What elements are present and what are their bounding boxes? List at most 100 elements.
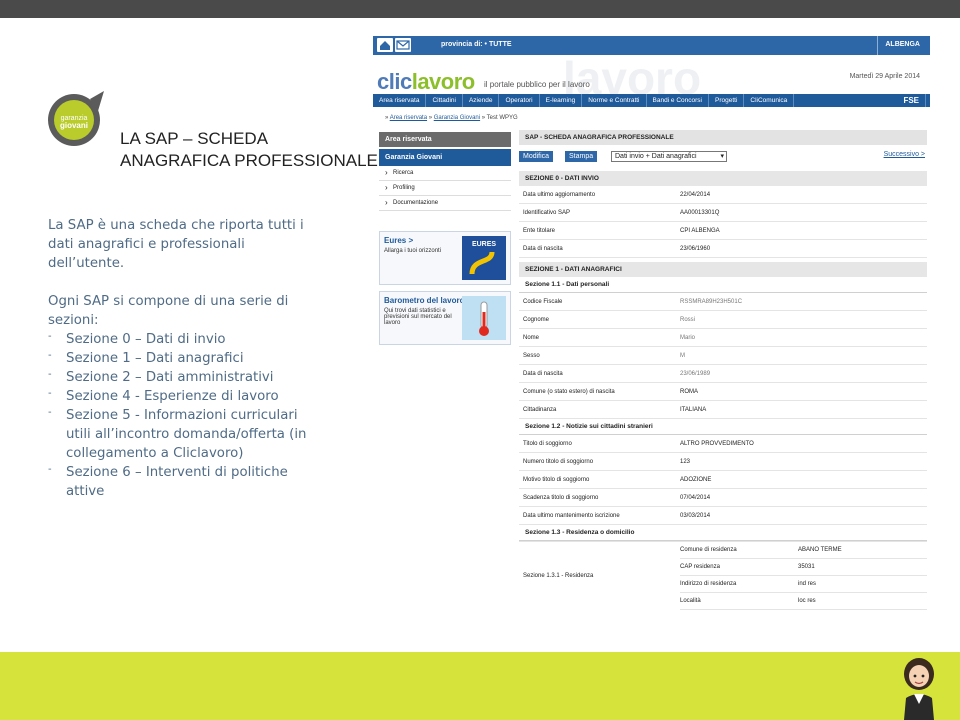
portal-date: Martedì 29 Aprile 2014 (849, 73, 920, 80)
sidebar-item-ricerca[interactable]: Ricerca (379, 166, 511, 181)
sidebar-section-garanzia[interactable]: Garanzia Giovani (379, 149, 511, 166)
row-value: ITALIANA (680, 406, 707, 413)
section-select[interactable]: Dati invio + Dati anagrafici (611, 151, 727, 162)
row-value: Mario (680, 334, 696, 341)
nav-item-clicomunica[interactable]: CliComunica (744, 94, 795, 107)
row-key: Comune di residenza (680, 547, 737, 553)
next-link[interactable]: Successivo > (884, 151, 925, 158)
row-key: Titolo di soggiorno (523, 440, 572, 447)
eures-banner-title: Eures > (384, 236, 414, 245)
slide-title-line1: LA SAP – SCHEDA (120, 129, 269, 148)
table-row: Motivo titolo di soggiorno ADOZIONE (519, 471, 927, 489)
row-value: 22/04/2014 (680, 191, 711, 198)
mail-icon[interactable] (395, 38, 411, 52)
slide-title: LA SAP – SCHEDA ANAGRAFICA PROFESSIONALE (120, 128, 378, 172)
breadcrumb-garanzia-giovani[interactable]: Garanzia Giovani (434, 115, 480, 121)
row-key: Data di nascita (523, 245, 563, 252)
table-row: Indirizzo di residenza ind res (680, 576, 927, 593)
topbar-divider (877, 36, 878, 55)
table-row: Nome Mario (519, 329, 927, 347)
breadcrumb: » Area riservata » Garanzia Giovani » Te… (373, 112, 930, 124)
slide-body: La SAP è una scheda che riporta tutti i … (48, 216, 308, 501)
row-key: Comune (o stato estero) di nascita (523, 388, 615, 395)
thermometer-icon (462, 296, 506, 340)
table-row: Identificativo SAP AA00013301Q (519, 204, 927, 222)
nav-item-bandi[interactable]: Bandi e Concorsi (647, 94, 709, 107)
fse-logo: FSE (897, 94, 926, 107)
row-value: 23/06/1989 (680, 370, 711, 377)
bottom-band (0, 652, 960, 720)
list-item: Sezione 4 - Esperienze di lavoro (48, 384, 308, 406)
row-value: 03/03/2014 (680, 512, 711, 519)
nav-item-operatori[interactable]: Operatori (499, 94, 540, 107)
residence-block: Sezione 1.3.1 - Residenza Comune di resi… (519, 541, 927, 610)
subsection-1-3: Sezione 1.3 - Residenza o domicilio (519, 525, 927, 541)
row-value: 35031 (798, 564, 815, 570)
row-key: Data ultimo mantenimento iscrizione (523, 512, 620, 519)
cliclavoro-logo[interactable]: cliclavoro (377, 69, 475, 95)
nav-item-area-riservata[interactable]: Area riservata (373, 94, 427, 107)
row-value: ind res (798, 581, 817, 587)
breadcrumb-sep: » (385, 115, 389, 121)
breadcrumb-area-riservata[interactable]: Area riservata (390, 115, 427, 121)
nav-item-norme[interactable]: Norme e Contratti (582, 94, 647, 107)
table-row: Data ultimo aggiornamento 22/04/2014 (519, 186, 927, 204)
row-key: Località (680, 598, 701, 604)
barometro-banner-title: Barometro del lavoro > (384, 296, 472, 305)
sections-list: Sezione 0 – Dati di invio Sezione 1 – Da… (48, 327, 308, 501)
row-key: Ente titolare (523, 227, 556, 234)
garanzia-giovani-logo: garanzia giovani (48, 91, 104, 146)
nav-item-progetti[interactable]: Progetti (709, 94, 745, 107)
sap-panel: SAP - SCHEDA ANAGRAFICA PROFESSIONALE Mo… (519, 130, 927, 610)
row-value: ALTRO PROVVEDIMENTO (680, 440, 754, 447)
sidebar-item-documentazione[interactable]: Documentazione (379, 196, 511, 211)
modifica-button[interactable]: Modifica (519, 151, 554, 162)
list-item: Sezione 6 – Interventi di politiche atti… (48, 460, 308, 501)
row-key: Numero titolo di soggiorno (523, 458, 594, 465)
table-row: Data ultimo mantenimento iscrizione 03/03… (519, 507, 927, 525)
section-1-header: SEZIONE 1 - DATI ANAGRAFICI (519, 262, 927, 277)
residence-grid: Comune di residenza ABANO TERME CAP resid… (680, 542, 927, 610)
breadcrumb-sep: » (481, 115, 486, 121)
home-icon[interactable] (377, 38, 393, 52)
section-0-header: SEZIONE 0 - DATI INVIO (519, 171, 927, 186)
row-value: M (680, 352, 685, 359)
row-key: Identificativo SAP (523, 209, 571, 216)
sidebar-item-profiling[interactable]: Profiling (379, 181, 511, 196)
list-item: Sezione 1 – Dati anagrafici (48, 346, 308, 368)
portal-nav: Area riservata Cittadini Aziende Operato… (373, 94, 930, 107)
table-row: Numero titolo di soggiorno 123 (519, 453, 927, 471)
row-value: loc res (798, 598, 816, 604)
list-item: Sezione 5 - Informazioni curriculari uti… (48, 403, 308, 463)
table-row: Comune di residenza ABANO TERME (680, 542, 927, 559)
logo-lavoro: lavoro (411, 69, 476, 94)
row-value: 23/06/1960 (680, 245, 711, 252)
barometro-banner[interactable]: Barometro del lavoro > Qui trovi dati st… (379, 291, 511, 345)
subsection-1-3-1-label: Sezione 1.3.1 - Residenza (523, 573, 594, 579)
logo-clic: clic (377, 69, 412, 94)
nav-item-aziende[interactable]: Aziende (463, 94, 500, 107)
row-key: Data di nascita (523, 370, 563, 377)
top-band (0, 0, 960, 18)
row-value: CPI ALBENGA (680, 227, 720, 234)
nav-item-cittadini[interactable]: Cittadini (426, 94, 463, 107)
stampa-button[interactable]: Stampa (565, 151, 598, 162)
table-row: Data di nascita 23/06/1960 (519, 240, 927, 258)
breadcrumb-current: Test WPYG (486, 115, 518, 121)
sidebar-header: Area riservata (379, 132, 511, 147)
row-key: Cittadinanza (523, 406, 557, 413)
list-item: Sezione 0 – Dati di invio (48, 327, 308, 349)
table-row: Sesso M (519, 347, 927, 365)
row-value: Rossi (680, 316, 696, 323)
row-key: Cognome (523, 316, 550, 323)
barometro-banner-text: Qui trovi dati statistici e previsioni s… (384, 308, 452, 326)
nav-item-elearning[interactable]: E-learning (540, 94, 583, 107)
eures-banner[interactable]: Eures > Allarga i tuoi orizzonti EURES (379, 231, 511, 285)
portal-screenshot: provincia di: • TUTTE ALBENGA lavoro cli… (373, 36, 930, 646)
row-key: Nome (523, 334, 540, 341)
table-row: Cittadinanza ITALIANA (519, 401, 927, 419)
row-value: ROMA (680, 388, 698, 395)
intro-paragraph: La SAP è una scheda che riporta tutti i … (48, 218, 304, 271)
province-selector[interactable]: provincia di: • TUTTE (441, 41, 512, 48)
table-row: Scadenza titolo di soggiorno 07/04/2014 (519, 489, 927, 507)
